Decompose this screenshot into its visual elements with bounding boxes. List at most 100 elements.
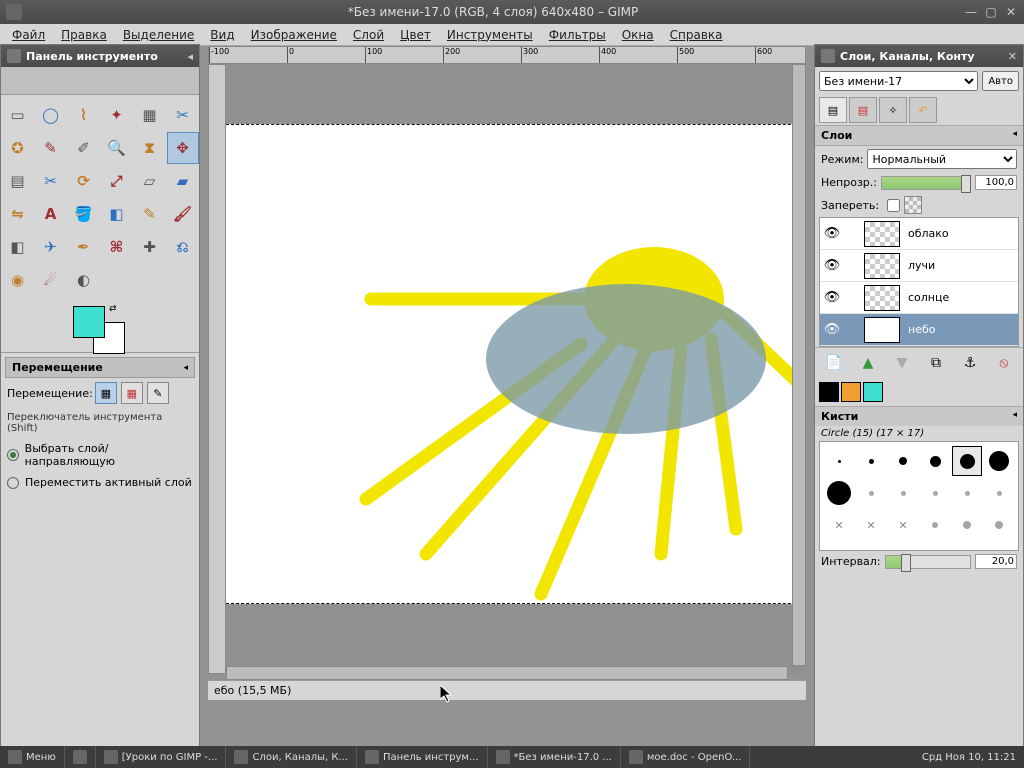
layer-thumbnail[interactable] — [864, 221, 900, 247]
brush-preset[interactable] — [856, 446, 886, 476]
layer-item-небо[interactable]: 👁небо — [820, 314, 1018, 346]
toolbox-title[interactable]: Панель инструменто ◂ — [1, 45, 199, 67]
visibility-toggle-icon[interactable]: 👁 — [820, 290, 844, 305]
tool-blur[interactable]: ◉ — [2, 264, 34, 296]
tool-flip[interactable]: ⇋ — [2, 198, 34, 230]
blend-mode-select[interactable]: Нормальный — [867, 149, 1017, 169]
move-mode-path-icon[interactable]: ✎ — [147, 382, 169, 404]
chevron-icon[interactable]: ◂ — [1012, 410, 1017, 423]
color-swatch[interactable] — [841, 382, 861, 402]
taskbar-show-desktop[interactable] — [65, 746, 96, 768]
tool-by-color-select[interactable]: ▦ — [134, 99, 166, 131]
close-button[interactable]: ✕ — [1004, 5, 1018, 19]
brush-preset[interactable] — [824, 478, 854, 508]
tool-options-tab[interactable]: Перемещение ◂ — [5, 357, 195, 378]
layer-item-облако[interactable]: 👁облако — [820, 218, 1018, 250]
interval-slider[interactable] — [885, 555, 971, 569]
menu-help[interactable]: Справка — [662, 26, 731, 44]
tool-free-select[interactable]: ⌇ — [68, 99, 100, 131]
move-mode-selection-icon[interactable]: ▦ — [121, 382, 143, 404]
menu-file[interactable]: Файл — [4, 26, 53, 44]
toolbox-menu-icon[interactable]: ◂ — [187, 50, 193, 63]
tool-dodge[interactable]: ◐ — [68, 264, 100, 296]
new-layer-button[interactable]: 📄 — [823, 352, 845, 374]
minimize-button[interactable]: — — [964, 5, 978, 19]
ruler-vertical[interactable] — [208, 64, 226, 674]
lower-layer-button[interactable]: ▼ — [891, 352, 913, 374]
layer-name[interactable]: солнце — [908, 291, 949, 304]
tool-eraser[interactable]: ◧ — [2, 231, 34, 263]
brush-preset[interactable] — [888, 446, 918, 476]
menu-layer[interactable]: Слой — [345, 26, 392, 44]
brush-preset[interactable] — [984, 510, 1014, 540]
tool-perspective[interactable]: ▰ — [167, 165, 199, 197]
ruler-horizontal[interactable]: -1000100200300400500600 — [208, 46, 806, 64]
tool-shear[interactable]: ▱ — [134, 165, 166, 197]
tool-heal[interactable]: ✚ — [134, 231, 166, 263]
brush-preset[interactable] — [856, 478, 886, 508]
tool-foreground-select[interactable]: ✪ — [2, 132, 34, 164]
lock-alpha-icon[interactable] — [904, 196, 922, 214]
raise-layer-button[interactable]: ▲ — [857, 352, 879, 374]
brush-preset[interactable] — [888, 478, 918, 508]
scrollbar-vertical[interactable] — [792, 64, 806, 666]
radio-move-active[interactable]: Переместить активный слой — [5, 472, 195, 493]
tool-text[interactable]: A — [35, 198, 67, 230]
menu-filters[interactable]: Фильтры — [541, 26, 614, 44]
tool-measure[interactable]: ⧗ — [134, 132, 166, 164]
tool-paintbrush[interactable]: 🖌 — [167, 198, 199, 230]
tool-bucket-fill[interactable]: 🪣 — [68, 198, 100, 230]
tool-rect-select[interactable]: ▭ — [2, 99, 34, 131]
titlebar[interactable]: *Без имени-17.0 (RGB, 4 слоя) 640x480 – … — [0, 0, 1024, 24]
tool-move[interactable]: ✥ — [167, 132, 199, 164]
tool-blend[interactable]: ◧ — [101, 198, 133, 230]
menu-windows[interactable]: Окна — [614, 26, 662, 44]
auto-button[interactable]: Авто — [982, 71, 1019, 91]
tab-undo[interactable]: ↶ — [909, 97, 937, 123]
layer-name[interactable]: лучи — [908, 259, 935, 272]
dock-close-icon[interactable]: ✕ — [1008, 50, 1017, 63]
opacity-slider[interactable] — [881, 176, 971, 190]
tool-airbrush[interactable]: ✈ — [35, 231, 67, 263]
menu-view[interactable]: Вид — [202, 26, 242, 44]
tool-paths[interactable]: ✎ — [35, 132, 67, 164]
brush-preset[interactable] — [824, 446, 854, 476]
wilber-drop-area[interactable] — [1, 67, 199, 95]
move-mode-layer-icon[interactable]: ▦ — [95, 382, 117, 404]
brush-preset[interactable] — [952, 510, 982, 540]
duplicate-layer-button[interactable]: ⧉ — [925, 352, 947, 374]
brush-preset[interactable] — [952, 446, 982, 476]
taskbar-window-button[interactable]: мое.doc - OpenO... — [621, 746, 751, 768]
chevron-icon[interactable]: ◂ — [1012, 129, 1017, 142]
fg-color-swatch[interactable] — [73, 306, 105, 338]
layer-thumbnail[interactable] — [864, 253, 900, 279]
taskbar-window-button[interactable]: *Без имени-17.0 ... — [488, 746, 621, 768]
layers-dock-title[interactable]: Слои, Каналы, Конту ✕ — [815, 45, 1023, 67]
brush-preset[interactable] — [920, 510, 950, 540]
menu-edit[interactable]: Правка — [53, 26, 115, 44]
visibility-toggle-icon[interactable]: 👁 — [820, 258, 844, 273]
tool-pencil[interactable]: ✎ — [134, 198, 166, 230]
tool-ellipse-select[interactable]: ◯ — [35, 99, 67, 131]
opacity-value[interactable]: 100,0 — [975, 175, 1017, 190]
lock-pixels-checkbox[interactable] — [887, 199, 900, 212]
tool-smudge[interactable]: ☄ — [35, 264, 67, 296]
tab-layers[interactable]: ▤ — [819, 97, 847, 123]
layer-name[interactable]: небо — [908, 323, 935, 336]
tool-zoom[interactable]: 🔍 — [101, 132, 133, 164]
radio-pick-layer[interactable]: Выбрать слой/направляющую — [5, 438, 195, 472]
layer-item-солнце[interactable]: 👁 солнце — [820, 282, 1018, 314]
brush-preset[interactable] — [984, 446, 1014, 476]
brush-preset[interactable]: ✕ — [856, 510, 886, 540]
tool-align[interactable]: ▤ — [2, 165, 34, 197]
layer-item-лучи[interactable]: 👁 лучи — [820, 250, 1018, 282]
menu-select[interactable]: Выделение — [115, 26, 202, 44]
brush-preset[interactable]: ✕ — [888, 510, 918, 540]
scrollbar-horizontal[interactable] — [226, 666, 788, 680]
menu-tools[interactable]: Инструменты — [439, 26, 541, 44]
layer-thumbnail[interactable] — [864, 317, 900, 343]
start-menu-button[interactable]: Меню — [0, 746, 65, 768]
tool-rotate[interactable]: ⟳ — [68, 165, 100, 197]
layer-thumbnail[interactable] — [864, 285, 900, 311]
tab-channels[interactable]: ▤ — [849, 97, 877, 123]
